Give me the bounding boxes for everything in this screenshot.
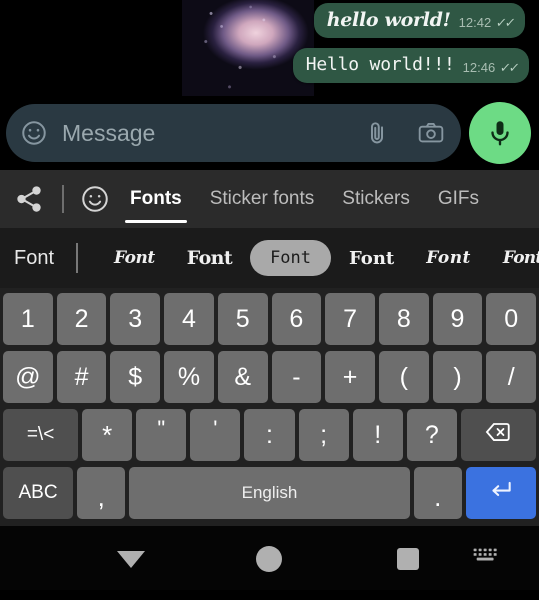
tab-divider (62, 185, 64, 213)
keyboard-icon (472, 546, 500, 572)
key-9[interactable]: 9 (432, 293, 483, 345)
key-8[interactable]: 8 (378, 293, 429, 345)
keyboard-row-numbers: 1 2 3 4 5 6 7 8 9 0 (0, 290, 539, 348)
font-chip-script-wide[interactable]: Font (412, 241, 485, 275)
keyboard-row-bottom: ABC , English . (0, 464, 539, 522)
camera-icon[interactable] (417, 119, 445, 147)
key-spacebar[interactable]: English (129, 467, 410, 519)
font-chip-gothic-light[interactable]: Font (100, 241, 169, 275)
font-chip-gothic-bold[interactable]: Font (173, 240, 246, 276)
square-icon (397, 548, 419, 570)
font-style-row: Font Font Font Font Font Font Font F (0, 228, 539, 288)
key-1[interactable]: 1 (3, 293, 53, 345)
key-dollar[interactable]: $ (110, 351, 161, 403)
key-minus[interactable]: - (271, 351, 322, 403)
triangle-down-icon (117, 550, 145, 568)
key-semicolon[interactable]: ; (298, 409, 349, 461)
key-0[interactable]: 0 (486, 293, 537, 345)
key-ampersand[interactable]: & (217, 351, 268, 403)
key-plus[interactable]: + (325, 351, 375, 403)
tab-label: Sticker fonts (209, 188, 315, 209)
key-hash[interactable]: # (56, 351, 107, 403)
read-ticks-icon: ✓✓ (495, 15, 516, 30)
key-comma[interactable]: , (77, 467, 126, 519)
key-7[interactable]: 7 (325, 293, 375, 345)
message-input-placeholder[interactable]: Message (58, 120, 347, 147)
chat-message-meta: 12:42 ✓✓ (458, 15, 516, 32)
key-paren-close[interactable]: ) (432, 351, 483, 403)
tab-fonts[interactable]: Fonts (116, 170, 196, 228)
message-input-bar: Message (0, 96, 539, 170)
key-percent[interactable]: % (164, 351, 214, 403)
font-row-divider (76, 243, 79, 273)
tab-label: Fonts (130, 188, 182, 209)
share-icon[interactable] (14, 184, 44, 214)
key-colon[interactable]: : (244, 409, 295, 461)
nav-keyboard-switch-button[interactable] (466, 539, 506, 579)
key-paren-open[interactable]: ( (378, 351, 429, 403)
key-asterisk[interactable]: * (82, 409, 133, 461)
nav-back-button[interactable] (111, 539, 151, 579)
tab-list: Fonts Sticker fonts Stickers GIFs (116, 170, 493, 228)
key-2[interactable]: 2 (56, 293, 107, 345)
system-navigation-bar (0, 526, 539, 590)
font-chip-typewriter-selected[interactable]: Font (250, 240, 332, 276)
key-question[interactable]: ? (406, 409, 457, 461)
voice-record-button[interactable] (469, 102, 531, 164)
font-chip-blackletter-outline[interactable]: Font (335, 241, 408, 276)
photo-thumbnail[interactable] (182, 0, 314, 96)
font-chip-script-tight[interactable]: Font (489, 241, 539, 275)
tab-label: Stickers (342, 188, 410, 209)
nav-home-button[interactable] (249, 539, 289, 579)
key-period[interactable]: . (413, 467, 462, 519)
chat-message-text: Hello world!!! (305, 54, 455, 75)
font-chip-list: Font Font Font Font Font Font F (100, 240, 539, 276)
read-ticks-icon: ✓✓ (499, 60, 520, 75)
tab-gifs[interactable]: GIFs (424, 170, 493, 228)
keyboard-tab-bar: Fonts Sticker fonts Stickers GIFs (0, 170, 539, 228)
key-6[interactable]: 6 (271, 293, 322, 345)
chat-bubble-outgoing[interactable]: Hello world!!! 12:46 ✓✓ (292, 48, 529, 83)
key-double-quote[interactable]: " (136, 409, 187, 461)
tab-label: GIFs (437, 188, 480, 209)
circle-icon (256, 546, 282, 572)
key-exclamation[interactable]: ! (352, 409, 403, 461)
nav-recents-button[interactable] (388, 539, 428, 579)
key-at[interactable]: @ (3, 351, 53, 403)
chat-message-time: 12:46 (462, 60, 496, 75)
key-backspace[interactable] (460, 409, 536, 461)
message-input-pill[interactable]: Message (6, 104, 461, 162)
on-screen-keyboard: 1 2 3 4 5 6 7 8 9 0 @ # $ % & - + ( ) / … (0, 288, 539, 526)
key-enter[interactable] (466, 467, 537, 519)
chat-bubble-outgoing[interactable]: hello world! 12:42 ✓✓ (313, 3, 525, 38)
chat-area: hello world! 12:42 ✓✓ Hello world!!! 12:… (0, 0, 539, 96)
key-abc-toggle[interactable]: ABC (3, 467, 74, 519)
chat-message-time: 12:42 (458, 15, 492, 30)
key-symbol-page-toggle[interactable]: =\< (3, 409, 79, 461)
paperclip-icon[interactable] (363, 119, 391, 147)
smiley-outline-icon[interactable] (80, 184, 110, 214)
tab-sticker-fonts[interactable]: Sticker fonts (196, 170, 329, 228)
key-4[interactable]: 4 (164, 293, 214, 345)
enter-icon (486, 477, 516, 510)
key-5[interactable]: 5 (217, 293, 268, 345)
chat-message-meta: 12:46 ✓✓ (462, 60, 520, 77)
keyboard-row-symbols: @ # $ % & - + ( ) / (0, 348, 539, 406)
key-apostrophe[interactable]: ' (190, 409, 241, 461)
font-row-label: Font (14, 246, 55, 269)
smiley-icon[interactable] (20, 119, 48, 147)
tab-stickers[interactable]: Stickers (328, 170, 424, 228)
keyboard-row-punctuation: =\< * " ' : ; ! ? (0, 406, 539, 464)
key-slash[interactable]: / (486, 351, 537, 403)
key-3[interactable]: 3 (110, 293, 161, 345)
app-root: hello world! 12:42 ✓✓ Hello world!!! 12:… (0, 0, 539, 600)
chat-message-text: hello world! (326, 9, 451, 31)
backspace-icon (483, 419, 513, 452)
